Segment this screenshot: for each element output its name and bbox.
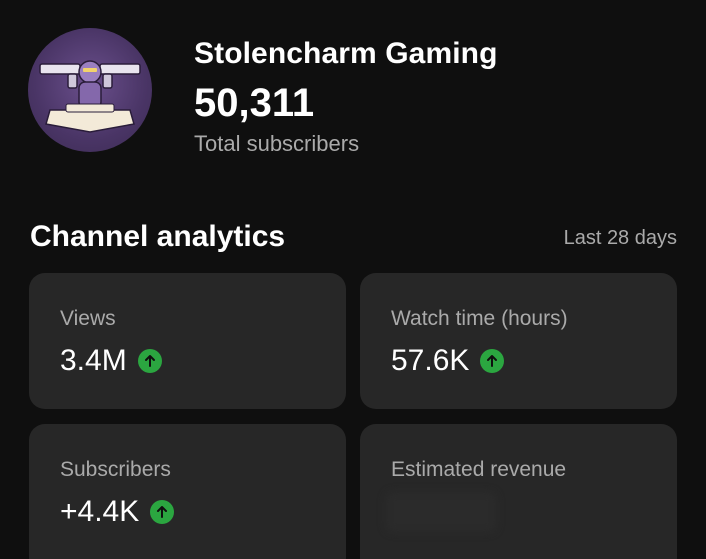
channel-info: Stolencharm Gaming 50,311 Total subscrib… — [194, 36, 498, 158]
metric-card-subscribers[interactable]: Subscribers +4.4K — [29, 424, 346, 559]
channel-name[interactable]: Stolencharm Gaming — [194, 36, 498, 72]
analytics-title: Channel analytics — [30, 220, 286, 253]
subscriber-count: 50,311 — [194, 81, 315, 125]
metric-label: Views — [60, 307, 116, 330]
metric-value: 3.4M — [60, 344, 127, 377]
channel-avatar[interactable] — [28, 28, 152, 152]
subscriber-label: Total subscribers — [194, 131, 360, 156]
metric-value-row: 3.4M — [60, 343, 162, 379]
arrow-up-circle-icon — [480, 349, 505, 373]
channel-header: Stolencharm Gaming 50,311 Total subscrib… — [28, 28, 498, 158]
metric-label: Subscribers — [60, 458, 171, 481]
channel-analytics-screen: Stolencharm Gaming 50,311 Total subscrib… — [0, 0, 706, 559]
gaming-logo-icon — [39, 60, 141, 133]
metric-value-row: 57.6K — [391, 343, 505, 379]
analytics-period[interactable]: Last 28 days — [564, 225, 677, 251]
redacted-value — [386, 492, 496, 532]
arrow-up-circle-icon — [137, 349, 162, 373]
metric-card-views[interactable]: Views 3.4M — [29, 273, 346, 409]
arrow-up-circle-icon — [150, 500, 175, 524]
metric-label: Watch time (hours) — [391, 307, 568, 330]
metric-value: +4.4K — [60, 495, 140, 528]
metric-value: 57.6K — [391, 344, 470, 377]
metric-card-estimated-revenue[interactable]: Estimated revenue — [360, 424, 677, 559]
metric-card-watch-time[interactable]: Watch time (hours) 57.6K — [360, 273, 677, 409]
metric-label: Estimated revenue — [391, 458, 567, 481]
metric-value-row: +4.4K — [60, 494, 175, 530]
